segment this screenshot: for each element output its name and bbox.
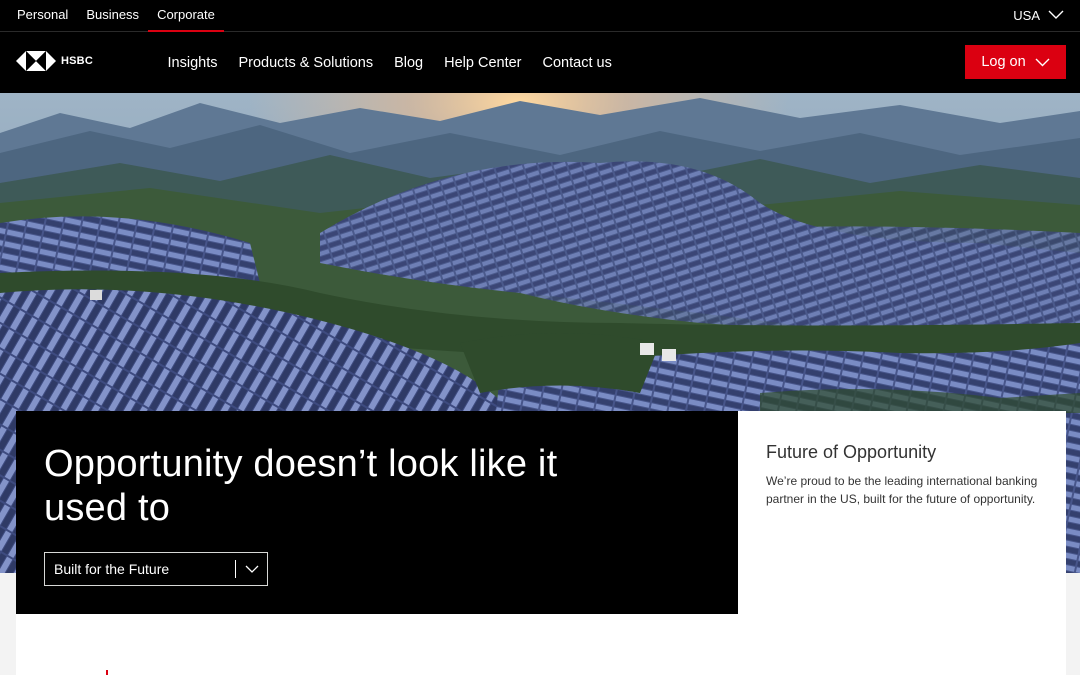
nav-link-blog[interactable]: Blog: [384, 55, 434, 71]
segment-business[interactable]: Business: [77, 0, 148, 32]
country-selector[interactable]: USA: [1013, 0, 1064, 30]
chevron-down-icon: [245, 565, 258, 573]
hero-headline-card: Opportunity doesn’t look like it used to…: [16, 411, 738, 614]
log-on-button[interactable]: Log on: [965, 45, 1066, 79]
chevron-down-icon: [1035, 58, 1050, 66]
topic-dropdown[interactable]: Built for the Future: [44, 552, 268, 586]
nav-link-products-solutions[interactable]: Products & Solutions: [228, 55, 384, 71]
hexagon-logo-icon: [16, 51, 56, 71]
hero-headline: Opportunity doesn’t look like it used to: [44, 443, 558, 529]
nav-link-insights[interactable]: Insights: [157, 55, 228, 71]
red-accent-mark: [106, 670, 108, 675]
brand-name: HSBC: [61, 55, 93, 67]
info-card-title: Future of Opportunity: [766, 442, 937, 462]
dropdown-toggle[interactable]: [236, 565, 267, 573]
nav-link-contact-us[interactable]: Contact us: [532, 55, 622, 71]
segment-corporate[interactable]: Corporate: [148, 0, 224, 32]
segment-switcher: Personal Business Corporate: [8, 0, 224, 32]
chevron-down-icon: [1048, 10, 1064, 19]
segment-personal[interactable]: Personal: [8, 0, 77, 32]
log-on-label: Log on: [981, 54, 1026, 70]
main-navigation: HSBC Insights Products & Solutions Blog …: [0, 32, 1080, 93]
info-card: Future of Opportunity We’re proud to be …: [738, 411, 1066, 675]
hsbc-logo[interactable]: HSBC: [16, 51, 93, 71]
country-label: USA: [1013, 7, 1040, 23]
topic-dropdown-label: Built for the Future: [54, 561, 170, 577]
info-card-text: We’re proud to be the leading internatio…: [766, 474, 1038, 506]
nav-links: Insights Products & Solutions Blog Help …: [157, 32, 622, 93]
nav-link-help-center[interactable]: Help Center: [434, 55, 532, 71]
top-utility-bar: Personal Business Corporate USA: [0, 0, 1080, 32]
